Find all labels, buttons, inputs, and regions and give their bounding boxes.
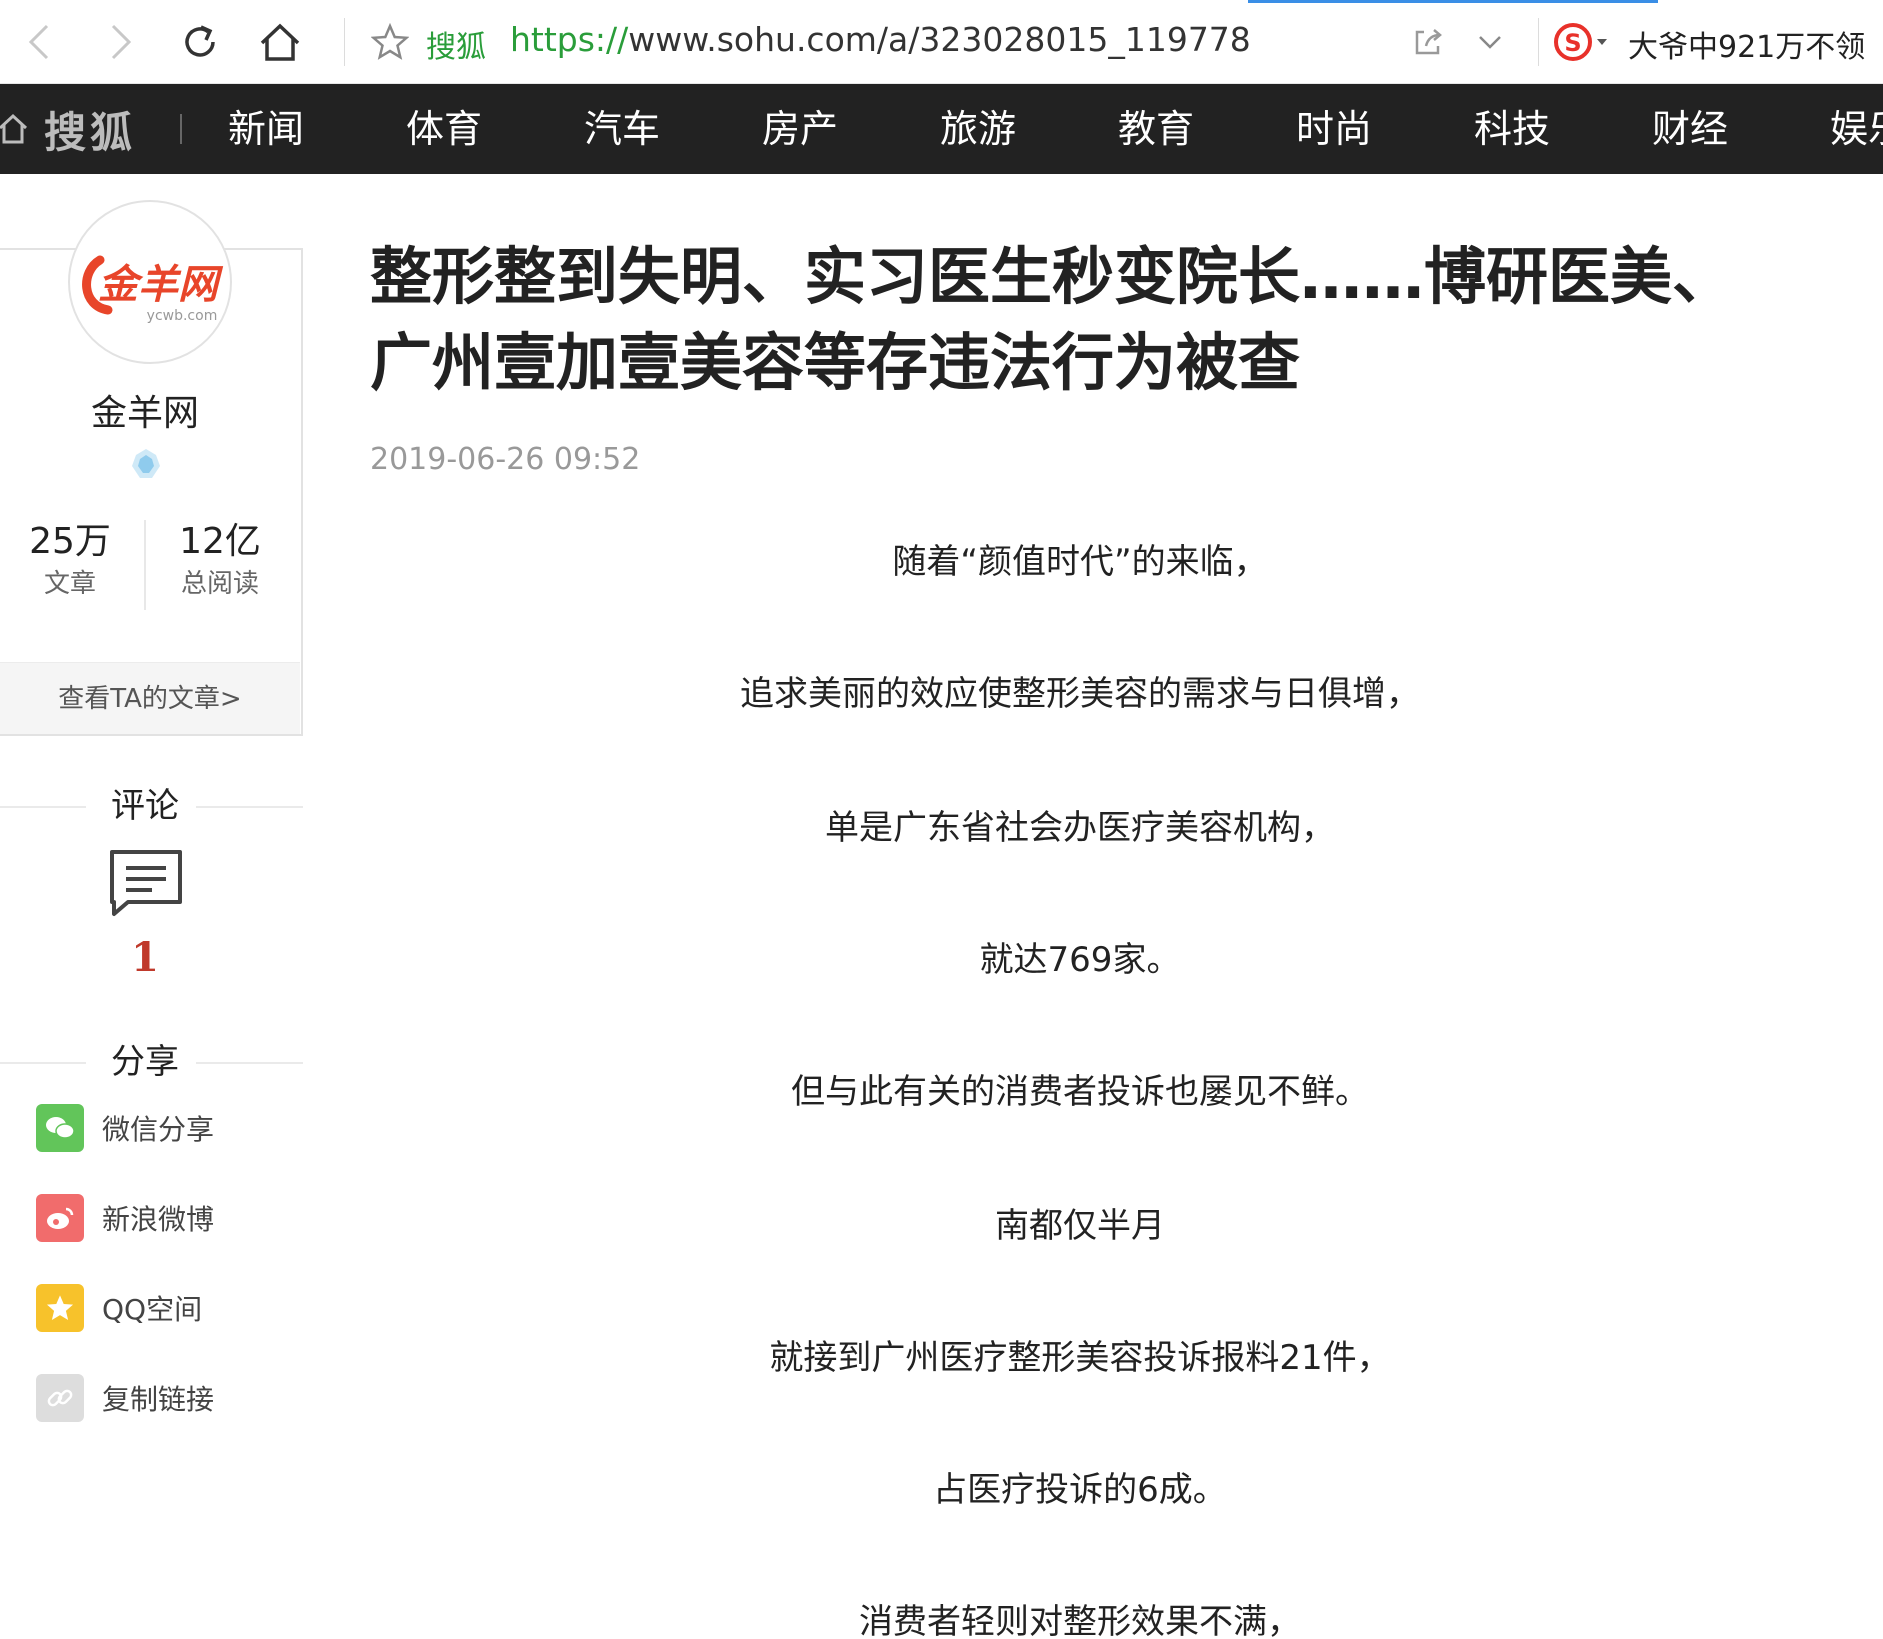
svg-text:S: S — [1564, 29, 1581, 57]
site-nav-bar: 搜狐 新闻 体育 汽车 房产 旅游 教育 时尚 科技 财经 娱乐 — [0, 84, 1883, 174]
nav-item-entertainment[interactable]: 娱乐 — [1830, 104, 1883, 154]
bookmark-button[interactable] — [366, 18, 414, 66]
article-title-line-1: 整形整到失明、实习医生秒变院长……博研医美、 — [370, 240, 1735, 313]
home-icon — [260, 23, 300, 61]
stats-divider — [144, 520, 146, 610]
author-stats: 25万 文章 12亿 总阅读 — [0, 518, 300, 610]
sohu-logo[interactable]: 搜狐 — [0, 104, 136, 157]
qzone-icon — [36, 1284, 84, 1332]
wechat-icon — [36, 1104, 84, 1152]
ycwb-logo-text: 金羊网 — [98, 261, 224, 308]
article-title-line-2: 广州壹加壹美容等存违法行为被查 — [370, 326, 1301, 399]
article-paragraph: 追求美丽的效应使整形美容的需求与日俱增， — [740, 674, 1420, 714]
article-paragraph: 就达769家。 — [979, 940, 1181, 980]
nav-item-finance[interactable]: 财经 — [1652, 104, 1728, 154]
home-button[interactable] — [256, 18, 304, 66]
share-weibo-label: 新浪微博 — [102, 1203, 215, 1236]
share-qzone-label: QQ空间 — [102, 1293, 203, 1326]
copy-link[interactable]: 复制链接 — [36, 1374, 214, 1422]
view-author-articles-button[interactable]: 查看TA的文章> — [0, 662, 300, 734]
chevron-left-icon — [28, 24, 49, 60]
nav-divider — [180, 114, 182, 144]
share-arrow-icon — [1415, 29, 1442, 55]
reload-button[interactable] — [176, 18, 224, 66]
back-button[interactable] — [16, 18, 64, 66]
ycwb-logo-subtext: ycwb.com — [147, 308, 218, 324]
search-engine-selector[interactable]: S — [1550, 18, 1620, 66]
site-name: 搜狐 — [426, 30, 486, 65]
chevron-right-icon — [111, 24, 132, 60]
forward-button[interactable] — [96, 18, 144, 66]
nav-item-news[interactable]: 新闻 — [228, 104, 304, 154]
share-title: 分享 — [95, 1042, 195, 1082]
article-paragraph: 但与此有关的消费者投诉也屡见不鲜。 — [791, 1072, 1369, 1112]
nav-item-travel[interactable]: 旅游 — [940, 104, 1016, 154]
toolbar-divider — [1538, 18, 1539, 66]
toolbar-divider — [344, 18, 345, 66]
ycwb-logo: 金羊网 ycwb.com — [82, 255, 224, 324]
nav-item-sports[interactable]: 体育 — [406, 104, 482, 154]
comments-title: 评论 — [95, 786, 195, 826]
nav-item-tech[interactable]: 科技 — [1474, 104, 1550, 154]
article-paragraph: 占医疗投诉的6成。 — [933, 1470, 1227, 1510]
stat-reads-number: 12亿 — [179, 521, 261, 562]
sogou-logo-icon: S — [1554, 23, 1607, 61]
article-paragraph: 随着“颜值时代”的来临， — [892, 542, 1268, 582]
verified-badge-icon — [132, 449, 160, 478]
article-paragraph: 南都仅半月 — [995, 1206, 1165, 1246]
page-load-progress — [1248, 0, 1658, 3]
stat-total-reads: 12亿 总阅读 — [150, 518, 290, 602]
share-section-header: 分享 — [0, 1042, 303, 1082]
home-icon — [0, 113, 28, 144]
article-publish-time: 2019-06-26 09:52 — [370, 442, 641, 477]
share-wechat-label: 微信分享 — [102, 1113, 215, 1146]
stat-articles: 25万 文章 — [0, 518, 140, 602]
nav-item-fashion[interactable]: 时尚 — [1296, 104, 1372, 154]
article-paragraph: 单是广东省社会办医疗美容机构， — [825, 808, 1335, 848]
share-weibo[interactable]: 新浪微博 — [36, 1194, 214, 1242]
url-scheme: https:// — [510, 20, 629, 59]
comments-section-header: 评论 — [0, 786, 303, 826]
stat-articles-label: 文章 — [43, 569, 96, 599]
chevron-down-icon — [1479, 36, 1501, 49]
link-icon — [36, 1374, 84, 1422]
sohu-logo-text: 搜狐 — [44, 107, 137, 157]
author-avatar[interactable]: 金羊网 ycwb.com — [68, 200, 232, 364]
comment-count[interactable]: 1 — [0, 934, 290, 981]
weibo-icon — [36, 1194, 84, 1242]
article-title: 整形整到失明、实习医生秒变院长……博研医美、 广州壹加壹美容等存违法行为被查 — [370, 234, 1790, 406]
article-paragraph: 消费者轻则对整形效果不满， — [859, 1602, 1301, 1639]
address-bar[interactable]: https://www.sohu.com/a/323028015_119778 — [510, 20, 1251, 59]
url-path: www.sohu.com/a/323028015_119778 — [628, 20, 1251, 59]
nav-item-auto[interactable]: 汽车 — [584, 104, 660, 154]
author-name[interactable]: 金羊网 — [0, 384, 290, 436]
nav-item-realestate[interactable]: 房产 — [762, 104, 838, 154]
star-icon — [371, 23, 409, 60]
promo-text[interactable]: 大爷中921万不领 — [1628, 22, 1865, 66]
share-wechat[interactable]: 微信分享 — [36, 1104, 214, 1152]
copy-link-label: 复制链接 — [102, 1383, 215, 1416]
share-qzone[interactable]: QQ空间 — [36, 1284, 202, 1332]
nav-item-education[interactable]: 教育 — [1118, 104, 1194, 154]
address-dropdown-button[interactable] — [1466, 18, 1514, 66]
reload-icon — [185, 25, 215, 57]
article-paragraph: 就接到广州医疗整形美容投诉报料21件， — [769, 1338, 1391, 1378]
share-page-button[interactable] — [1404, 18, 1452, 66]
stat-reads-label: 总阅读 — [180, 569, 259, 599]
stat-articles-number: 25万 — [29, 521, 111, 562]
comment-icon[interactable] — [108, 848, 184, 920]
browser-toolbar: 搜狐 https://www.sohu.com/a/323028015_1197… — [0, 0, 1883, 84]
